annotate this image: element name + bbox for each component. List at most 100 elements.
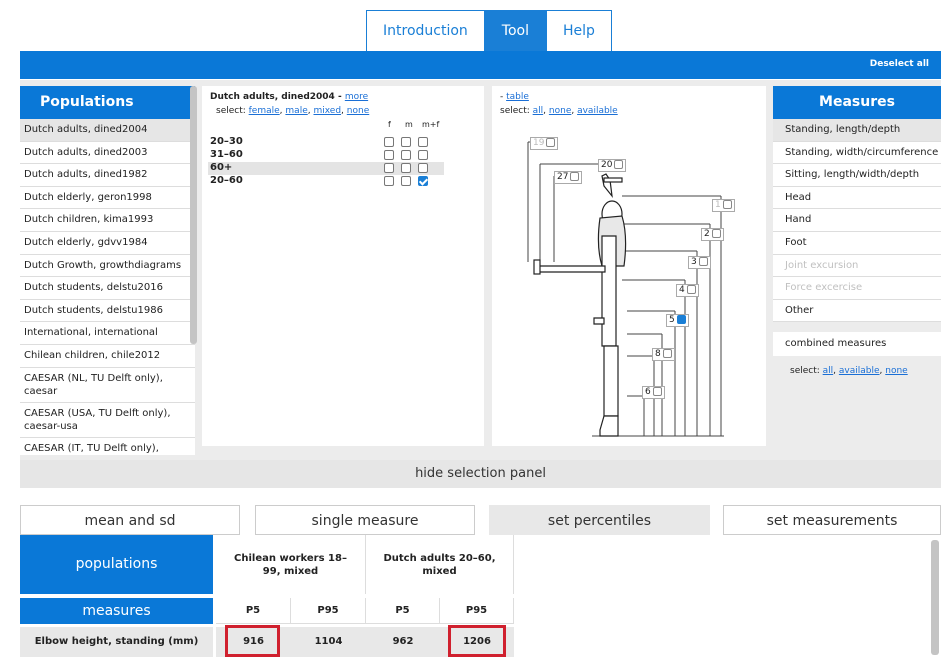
marker-checkbox[interactable] <box>570 172 580 181</box>
marker-checkbox[interactable] <box>676 315 686 324</box>
measure-category-item: Force excercise <box>773 277 941 300</box>
marker-label: 2 <box>704 229 710 239</box>
male-checkbox[interactable] <box>401 176 411 186</box>
measure-category-item[interactable]: Standing, width/circumference <box>773 141 941 165</box>
deselect-all-button[interactable]: Deselect all <box>870 59 929 69</box>
male-checkbox[interactable] <box>401 150 411 160</box>
subgroup-title: Dutch adults, dined2004 - more <box>210 92 368 102</box>
tab-help[interactable]: Help <box>545 10 612 52</box>
results-scrollbar[interactable] <box>931 540 939 655</box>
tab-tool[interactable]: Tool <box>484 10 546 52</box>
select-none-link[interactable]: none <box>347 106 369 116</box>
measures-header: Measures <box>773 86 941 119</box>
mixed-checkbox[interactable] <box>418 176 428 186</box>
marker-checkbox[interactable] <box>698 257 708 266</box>
top-tab-bar: Introduction Tool Help <box>366 10 612 52</box>
tab-set-measurements[interactable]: set measurements <box>723 505 941 535</box>
measurement-marker[interactable]: 20 <box>598 159 627 172</box>
population-item[interactable]: Dutch adults, dined2003 <box>20 141 195 165</box>
measures-row-header: measures <box>20 598 213 624</box>
population-item[interactable]: Dutch adults, dined1982 <box>20 164 195 187</box>
figure-panel: - table select: all, none, available 19 … <box>492 86 766 446</box>
select-label: select: <box>216 106 249 116</box>
measure-category-item[interactable]: Head <box>773 186 941 210</box>
measurement-marker[interactable]: 27 <box>554 171 583 184</box>
population-item[interactable]: Dutch students, delstu1986 <box>20 299 195 323</box>
combined-measures-item[interactable]: combined measures <box>773 332 941 356</box>
measurement-marker[interactable]: 5 <box>666 314 689 327</box>
measure-category-item[interactable]: Foot <box>773 231 941 255</box>
population-item[interactable]: International, international <box>20 322 195 345</box>
measurement-marker[interactable]: 8 <box>652 348 675 361</box>
select-male-link[interactable]: male <box>285 106 307 116</box>
measurement-marker[interactable]: 19 <box>530 137 559 150</box>
measure-category-item[interactable]: Standing, length/depth <box>773 119 941 142</box>
measure-category-item[interactable]: Other <box>773 299 941 323</box>
tab-set-percentiles[interactable]: set percentiles <box>489 505 710 535</box>
marker-checkbox[interactable] <box>722 200 732 209</box>
toolbar: Deselect all <box>20 51 941 79</box>
male-checkbox[interactable] <box>401 137 411 147</box>
marker-checkbox[interactable] <box>546 138 556 147</box>
col-female: f <box>388 120 391 129</box>
marker-checkbox[interactable] <box>711 229 721 238</box>
populations-scrollbar[interactable] <box>190 86 197 344</box>
subgroup-select: select: female, male, mixed, none <box>216 106 370 116</box>
select-female-link[interactable]: female <box>249 106 280 116</box>
measurement-marker[interactable]: 3 <box>688 256 711 269</box>
marker-checkbox[interactable] <box>614 160 624 169</box>
select-available-link[interactable]: available <box>839 366 880 376</box>
male-checkbox[interactable] <box>401 163 411 173</box>
measurement-marker[interactable]: 4 <box>676 284 699 297</box>
mixed-checkbox[interactable] <box>418 150 428 160</box>
female-checkbox[interactable] <box>384 176 394 186</box>
population-item[interactable]: Dutch adults, dined2004 <box>20 119 195 142</box>
col-male: m <box>405 120 413 129</box>
select-all-link[interactable]: all <box>823 366 834 376</box>
measurement-marker[interactable]: 2 <box>701 228 724 241</box>
female-checkbox[interactable] <box>384 163 394 173</box>
col-mixed: m+f <box>422 120 440 129</box>
age-group-label: 31–60 <box>210 149 243 160</box>
population-item[interactable]: Dutch elderly, geron1998 <box>20 186 195 210</box>
percentile-header: P95 <box>291 598 366 624</box>
measurement-marker[interactable]: 1 <box>712 199 735 212</box>
population-item[interactable]: Dutch students, delstu2016 <box>20 277 195 300</box>
tab-mean-and-sd[interactable]: mean and sd <box>20 505 240 535</box>
marker-checkbox[interactable] <box>652 387 662 396</box>
population-item[interactable]: Dutch children, kima1993 <box>20 209 195 232</box>
measure-row-label: Elbow height, standing (mm) <box>20 627 213 657</box>
marker-label: 3 <box>691 257 697 267</box>
age-group-label: 20–60 <box>210 175 243 186</box>
population-item[interactable]: Dutch Growth, growthdiagrams <box>20 254 195 278</box>
population-item[interactable]: Dutch elderly, gdvv1984 <box>20 231 195 255</box>
populations-row-header: populations <box>20 535 213 594</box>
age-group-row: 20–60 <box>208 175 444 188</box>
measure-category-item[interactable]: Sitting, length/width/depth <box>773 164 941 187</box>
select-none-link[interactable]: none <box>885 366 907 376</box>
measure-category-item[interactable]: Hand <box>773 209 941 232</box>
more-link[interactable]: more <box>345 92 368 102</box>
population-item[interactable]: CAESAR (USA, TU Delft only), caesar-usa <box>20 402 195 438</box>
select-mixed-link[interactable]: mixed <box>313 106 341 116</box>
mixed-checkbox[interactable] <box>418 163 428 173</box>
population-item[interactable]: CAESAR (NL, TU Delft only), caesar <box>20 367 195 403</box>
population-item[interactable]: Chilean children, chile2012 <box>20 344 195 368</box>
female-checkbox[interactable] <box>384 150 394 160</box>
population-item[interactable]: CAESAR (IT, TU Delft only), <box>20 437 195 455</box>
subgroup-panel: Dutch adults, dined2004 - more select: f… <box>202 86 484 446</box>
marker-checkbox[interactable] <box>686 285 696 294</box>
measurement-marker[interactable]: 6 <box>642 386 665 399</box>
female-checkbox[interactable] <box>384 137 394 147</box>
dataset-title: Dutch adults, dined2004 - <box>210 92 345 102</box>
marker-checkbox[interactable] <box>662 349 672 358</box>
age-group-row: 31–60 <box>208 149 444 162</box>
tab-single-measure[interactable]: single measure <box>255 505 475 535</box>
percentile-header: P5 <box>366 598 440 624</box>
mixed-checkbox[interactable] <box>418 137 428 147</box>
marker-label: 5 <box>669 315 675 325</box>
tab-introduction[interactable]: Introduction <box>366 10 485 52</box>
marker-label: 1 <box>715 200 721 210</box>
hide-selection-panel-button[interactable]: hide selection panel <box>20 460 941 488</box>
marker-label: 27 <box>557 172 569 182</box>
